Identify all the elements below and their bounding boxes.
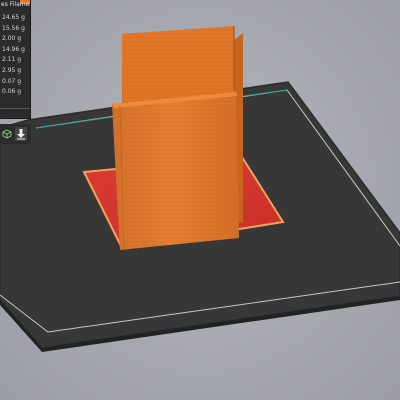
legend-row: 0.07 g (2, 77, 22, 85)
cube-icon (2, 129, 12, 139)
view-toolbar (0, 124, 31, 144)
model-front-box (112, 92, 239, 251)
export-arrow-icon (17, 129, 25, 140)
legend-row: 14.96 g (2, 45, 25, 53)
legend-divider (0, 108, 30, 109)
legend-row: 2.95 g (2, 66, 22, 74)
legend-rows: 24.65 g 15.56 g 2.00 g 14.96 g 2.11 g 2.… (0, 13, 30, 98)
legend-header: es Filament (1, 1, 30, 8)
legend-row: 24.65 g (2, 14, 25, 21)
legend-row: 15.56 g (2, 24, 25, 32)
filament-legend-panel: es Filament 24.65 g 15.56 g 2.00 g 14.96… (0, 0, 31, 119)
legend-row: 2.00 g (2, 35, 22, 43)
export-button[interactable] (15, 127, 27, 141)
legend-row: 0.06 g (2, 88, 22, 96)
legend-row: 2.11 g (2, 56, 22, 64)
cube-view-button[interactable] (1, 127, 13, 141)
3d-viewport[interactable] (0, 0, 400, 400)
